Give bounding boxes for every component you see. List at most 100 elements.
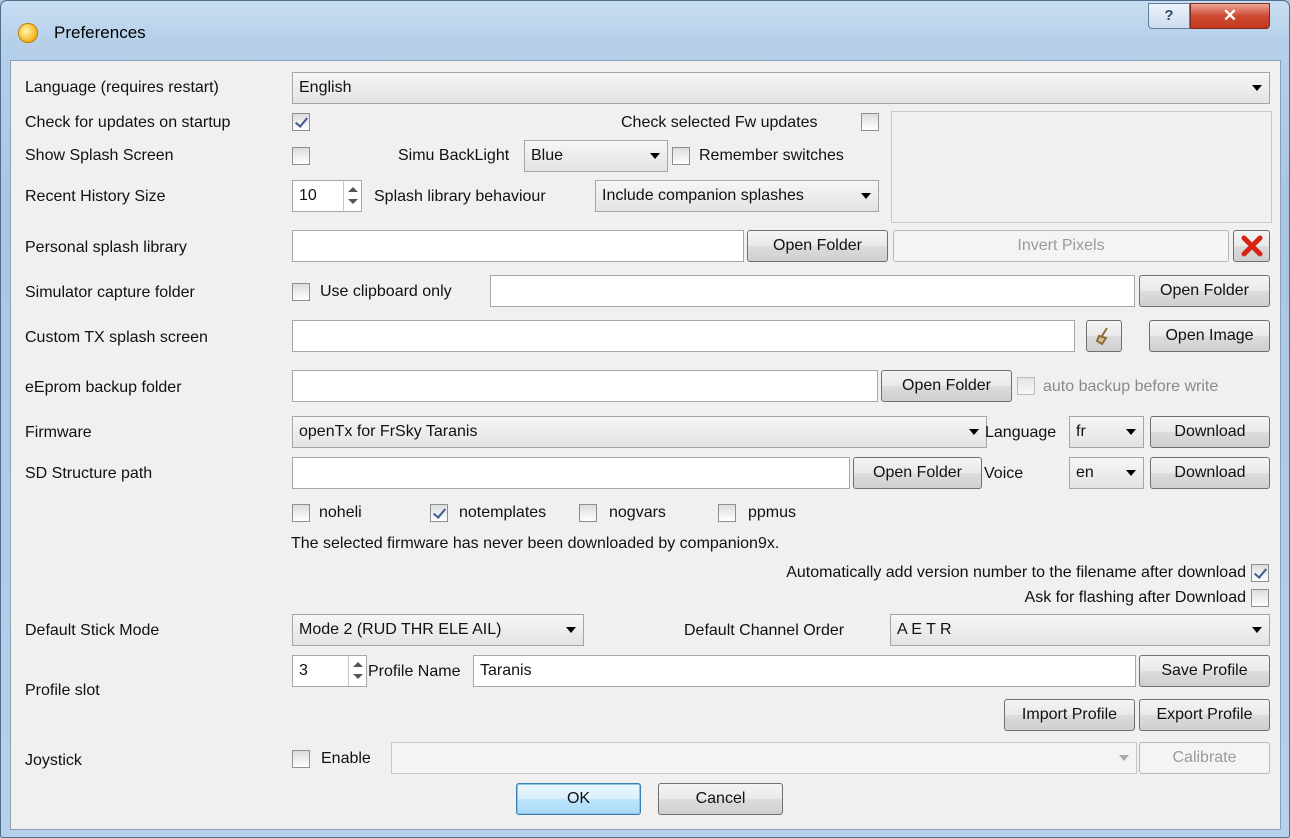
- voice-value: en: [1076, 464, 1094, 481]
- voice-download-button[interactable]: Download: [1150, 457, 1270, 489]
- backlight-label: Simu BackLight: [398, 147, 510, 164]
- profile-slot-label: Profile slot: [25, 682, 100, 699]
- chevron-down-icon: [861, 193, 871, 199]
- save-profile-button[interactable]: Save Profile: [1139, 655, 1270, 687]
- broom-icon: [1095, 327, 1108, 346]
- language-value: English: [299, 79, 352, 96]
- show-splash-label: Show Splash Screen: [25, 147, 174, 164]
- sim-capture-input[interactable]: [490, 275, 1135, 307]
- fw-language-value: fr: [1076, 423, 1086, 440]
- chevron-down-icon: [1126, 429, 1136, 435]
- nogvars-checkbox[interactable]: [579, 504, 597, 522]
- red-x-icon: [1241, 235, 1262, 257]
- chevron-down-icon: [566, 627, 576, 633]
- chevron-down-icon: [1126, 470, 1136, 476]
- auto-version-checkbox[interactable]: [1251, 564, 1269, 582]
- spin-arrows-icon[interactable]: [348, 656, 366, 686]
- splash-behaviour-select[interactable]: Include companion splashes: [595, 180, 879, 212]
- sim-capture-open-folder-button[interactable]: Open Folder: [1139, 275, 1270, 307]
- joystick-enable-checkbox[interactable]: [292, 750, 310, 768]
- channel-order-label: Default Channel Order: [684, 622, 845, 639]
- eeprom-open-folder-button[interactable]: Open Folder: [881, 370, 1012, 402]
- ppmus-checkbox[interactable]: [718, 504, 736, 522]
- joystick-enable-label: Enable: [321, 750, 371, 767]
- clear-splash-button[interactable]: [1233, 230, 1270, 262]
- fw-language-label: Language: [985, 424, 1057, 441]
- chevron-down-icon: [650, 153, 660, 159]
- title-bar[interactable]: Preferences ? ✕: [1, 1, 1289, 53]
- history-size-spinbox[interactable]: 10: [292, 180, 362, 212]
- cancel-button[interactable]: Cancel: [658, 783, 783, 815]
- question-icon: ?: [1164, 7, 1174, 24]
- custom-splash-label: Custom TX splash screen: [25, 329, 208, 346]
- invert-pixels-button[interactable]: Invert Pixels: [893, 230, 1229, 262]
- profile-name-input[interactable]: Taranis: [473, 655, 1136, 687]
- auto-version-label: Automatically add version number to the …: [786, 564, 1246, 581]
- close-button[interactable]: ✕: [1190, 3, 1270, 29]
- eeprom-label: eEprom backup folder: [25, 379, 182, 396]
- firmware-label: Firmware: [25, 424, 92, 441]
- firmware-value: openTx for FrSky Taranis: [299, 423, 478, 440]
- joystick-select[interactable]: [391, 742, 1137, 774]
- auto-backup-label: auto backup before write: [1043, 378, 1219, 395]
- nogvars-label: nogvars: [609, 504, 666, 521]
- export-profile-button[interactable]: Export Profile: [1139, 699, 1270, 731]
- remember-switches-checkbox[interactable]: [672, 147, 690, 165]
- stick-mode-value: Mode 2 (RUD THR ELE AIL): [299, 621, 502, 638]
- firmware-select[interactable]: openTx for FrSky Taranis: [292, 416, 987, 448]
- show-splash-checkbox[interactable]: [292, 147, 310, 165]
- custom-splash-input[interactable]: [292, 320, 1075, 352]
- firmware-status-text: The selected firmware has never been dow…: [291, 535, 780, 552]
- sim-capture-label: Simulator capture folder: [25, 284, 195, 301]
- open-image-button[interactable]: Open Image: [1149, 320, 1270, 352]
- dialog-body: Language (requires restart) English Chec…: [10, 60, 1281, 830]
- check-updates-checkbox[interactable]: [292, 113, 310, 131]
- noheli-label: noheli: [319, 504, 362, 521]
- sd-open-folder-button[interactable]: Open Folder: [853, 457, 982, 489]
- fw-language-select[interactable]: fr: [1069, 416, 1144, 448]
- notemplates-checkbox[interactable]: [430, 504, 448, 522]
- remember-switches-label: Remember switches: [699, 147, 844, 164]
- clipboard-only-label: Use clipboard only: [320, 283, 452, 300]
- chevron-down-icon: [969, 429, 979, 435]
- personal-splash-open-folder-button[interactable]: Open Folder: [747, 230, 888, 262]
- chevron-down-icon: [1252, 85, 1262, 91]
- channel-order-select[interactable]: A E T R: [890, 614, 1270, 646]
- sd-path-input[interactable]: [292, 457, 850, 489]
- profile-slot-spinbox[interactable]: 3: [292, 655, 367, 687]
- stick-mode-label: Default Stick Mode: [25, 622, 160, 639]
- stick-mode-select[interactable]: Mode 2 (RUD THR ELE AIL): [292, 614, 584, 646]
- voice-select[interactable]: en: [1069, 457, 1144, 489]
- splash-preview-box: [891, 111, 1272, 223]
- calibrate-button[interactable]: Calibrate: [1139, 742, 1270, 774]
- ok-button[interactable]: OK: [516, 783, 641, 815]
- firmware-download-button[interactable]: Download: [1150, 416, 1270, 448]
- backlight-select[interactable]: Blue: [524, 140, 668, 172]
- profile-slot-value: 3: [299, 662, 308, 679]
- ask-flash-checkbox[interactable]: [1251, 589, 1269, 607]
- check-fw-checkbox[interactable]: [861, 113, 879, 131]
- language-label: Language (requires restart): [25, 79, 219, 96]
- noheli-checkbox[interactable]: [292, 504, 310, 522]
- personal-splash-label: Personal splash library: [25, 239, 187, 256]
- language-select[interactable]: English: [292, 72, 1270, 104]
- channel-order-value: A E T R: [897, 621, 952, 638]
- chevron-down-icon: [1119, 755, 1129, 761]
- joystick-label: Joystick: [25, 752, 82, 769]
- close-icon: ✕: [1222, 6, 1238, 25]
- help-button[interactable]: ?: [1148, 3, 1190, 29]
- sd-path-label: SD Structure path: [25, 465, 153, 482]
- notemplates-label: notemplates: [459, 504, 547, 521]
- eeprom-folder-input[interactable]: [292, 370, 878, 402]
- clipboard-only-checkbox[interactable]: [292, 283, 310, 301]
- auto-backup-checkbox[interactable]: [1017, 377, 1035, 395]
- personal-splash-input[interactable]: [292, 230, 744, 262]
- import-profile-button[interactable]: Import Profile: [1004, 699, 1135, 731]
- custom-splash-preview-button[interactable]: [1086, 320, 1122, 352]
- splash-behaviour-label: Splash library behaviour: [374, 188, 546, 205]
- window-title: Preferences: [54, 23, 146, 42]
- spin-arrows-icon[interactable]: [343, 181, 361, 211]
- history-size-value: 10: [299, 187, 317, 204]
- profile-name-label: Profile Name: [368, 663, 461, 680]
- ask-flash-label: Ask for flashing after Download: [1024, 589, 1246, 606]
